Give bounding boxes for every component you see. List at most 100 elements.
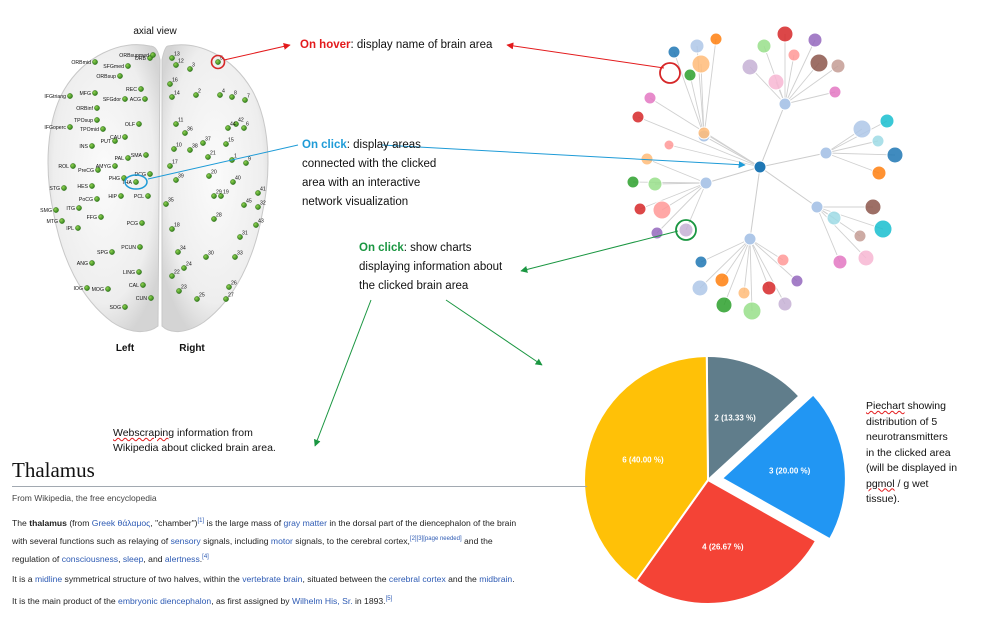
- network-node[interactable]: [776, 25, 794, 43]
- brain-node-dot[interactable]: [61, 185, 67, 191]
- network-node[interactable]: [741, 58, 759, 76]
- brain-node-dot[interactable]: [98, 214, 104, 220]
- network-node[interactable]: [873, 219, 893, 239]
- wiki-link-wilhelm-his[interactable]: Wilhelm His, Sr.: [292, 595, 353, 605]
- network-node[interactable]: [715, 296, 733, 314]
- brain-node-dot[interactable]: [89, 143, 95, 149]
- wiki-link-motor[interactable]: motor: [271, 536, 293, 546]
- brain-node-dot[interactable]: [118, 193, 124, 199]
- wiki-citation[interactable]: [5]: [386, 596, 393, 602]
- brain-node-dot[interactable]: [145, 193, 151, 199]
- network-node[interactable]: [767, 73, 785, 91]
- wiki-link-consciousness[interactable]: consciousness: [62, 554, 118, 564]
- network-node[interactable]: [826, 210, 842, 226]
- network-node[interactable]: [879, 113, 895, 129]
- brain-node-dot[interactable]: [122, 96, 128, 102]
- network-node[interactable]: [853, 229, 867, 243]
- network-node[interactable]: [864, 198, 882, 216]
- network-node[interactable]: [689, 38, 705, 54]
- network-visualization[interactable]: [626, 25, 904, 321]
- network-hub-node[interactable]: [778, 97, 792, 111]
- network-hub-node[interactable]: [819, 146, 833, 160]
- brain-node-dot[interactable]: [89, 183, 95, 189]
- network-node[interactable]: [742, 301, 762, 321]
- network-node[interactable]: [678, 222, 694, 238]
- network-node[interactable]: [777, 296, 793, 312]
- network-node[interactable]: [709, 32, 723, 46]
- network-node[interactable]: [871, 134, 885, 148]
- wiki-link-greek[interactable]: Greek: [92, 518, 115, 528]
- wiki-link-sleep[interactable]: sleep: [123, 554, 144, 564]
- brain-node-dot[interactable]: [122, 134, 128, 140]
- wiki-citation[interactable]: [2][3][page needed]: [410, 536, 462, 542]
- network-node[interactable]: [832, 254, 848, 270]
- brain-node-dot[interactable]: [105, 286, 111, 292]
- brain-node-dot[interactable]: [140, 282, 146, 288]
- brain-node-dot[interactable]: [75, 225, 81, 231]
- network-node[interactable]: [667, 45, 681, 59]
- network-node[interactable]: [776, 253, 790, 267]
- brain-node-dot[interactable]: [95, 167, 101, 173]
- wiki-link-sensory[interactable]: sensory: [171, 536, 201, 546]
- brain-node-dot[interactable]: [150, 52, 156, 58]
- network-node[interactable]: [830, 58, 846, 74]
- brain-node-dot[interactable]: [148, 295, 154, 301]
- brain-node-dot[interactable]: [109, 249, 115, 255]
- brain-node-dot[interactable]: [92, 90, 98, 96]
- wiki-link-embryonic-diencephalon[interactable]: embryonic diencephalon: [118, 595, 211, 605]
- wiki-link-midline[interactable]: midline: [35, 574, 62, 584]
- brain-node-dot[interactable]: [142, 96, 148, 102]
- network-node[interactable]: [652, 200, 672, 220]
- network-node[interactable]: [737, 286, 751, 300]
- brain-node-dot[interactable]: [139, 220, 145, 226]
- network-node[interactable]: [683, 68, 697, 82]
- brain-node-dot[interactable]: [136, 121, 142, 127]
- network-node[interactable]: [787, 48, 801, 62]
- brain-node-dot[interactable]: [92, 59, 98, 65]
- wiki-link-alertness[interactable]: alertness: [165, 554, 200, 564]
- network-node[interactable]: [633, 202, 647, 216]
- network-node[interactable]: [626, 175, 640, 189]
- brain-node-dot[interactable]: [147, 171, 153, 177]
- network-node[interactable]: [691, 279, 709, 297]
- brain-node-dot[interactable]: [53, 207, 59, 213]
- network-node[interactable]: [647, 176, 663, 192]
- network-node[interactable]: [631, 110, 645, 124]
- brain-node-dot[interactable]: [100, 126, 106, 132]
- wiki-link-cerebral-cortex[interactable]: cerebral cortex: [389, 574, 446, 584]
- brain-node-dot[interactable]: [112, 163, 118, 169]
- brain-node-dot[interactable]: [84, 285, 90, 291]
- wiki-link-gray-matter[interactable]: gray matter: [283, 518, 326, 528]
- brain-node-dot[interactable]: [94, 196, 100, 202]
- network-node[interactable]: [761, 280, 777, 296]
- network-node[interactable]: [828, 85, 842, 99]
- wiki-citation[interactable]: [4]: [202, 554, 209, 560]
- brain-node-dot[interactable]: [67, 93, 73, 99]
- network-node[interactable]: [807, 32, 823, 48]
- brain-node-dot[interactable]: [117, 73, 123, 79]
- brain-node-dot[interactable]: [125, 63, 131, 69]
- brain-node-dot[interactable]: [59, 218, 65, 224]
- network-node[interactable]: [714, 272, 730, 288]
- network-node[interactable]: [886, 146, 904, 164]
- brain-node-dot[interactable]: [133, 179, 139, 185]
- brain-node-dot[interactable]: [136, 269, 142, 275]
- network-hub-node[interactable]: [810, 200, 824, 214]
- network-node[interactable]: [756, 38, 772, 54]
- brain-node-dot[interactable]: [143, 152, 149, 158]
- brain-node-dot[interactable]: [94, 117, 100, 123]
- network-node[interactable]: [691, 54, 711, 74]
- brain-node-dot[interactable]: [67, 124, 73, 130]
- network-node[interactable]: [871, 165, 887, 181]
- wiki-link-vertebrate-brain[interactable]: vertebrate brain: [242, 574, 302, 584]
- network-center-node[interactable]: [753, 160, 767, 174]
- brain-node-dot[interactable]: [138, 86, 144, 92]
- brain-node-dot[interactable]: [94, 105, 100, 111]
- neurotransmitter-pie-chart[interactable]: 2 (13.33 %) 3 (20.00 %) 4 (26.67 %) 6 (40.0…: [583, 354, 847, 605]
- network-node[interactable]: [694, 255, 708, 269]
- brain-node-dot[interactable]: [122, 304, 128, 310]
- network-node[interactable]: [852, 119, 872, 139]
- network-hub-node[interactable]: [699, 176, 713, 190]
- network-node[interactable]: [790, 274, 804, 288]
- network-node[interactable]: [663, 139, 675, 151]
